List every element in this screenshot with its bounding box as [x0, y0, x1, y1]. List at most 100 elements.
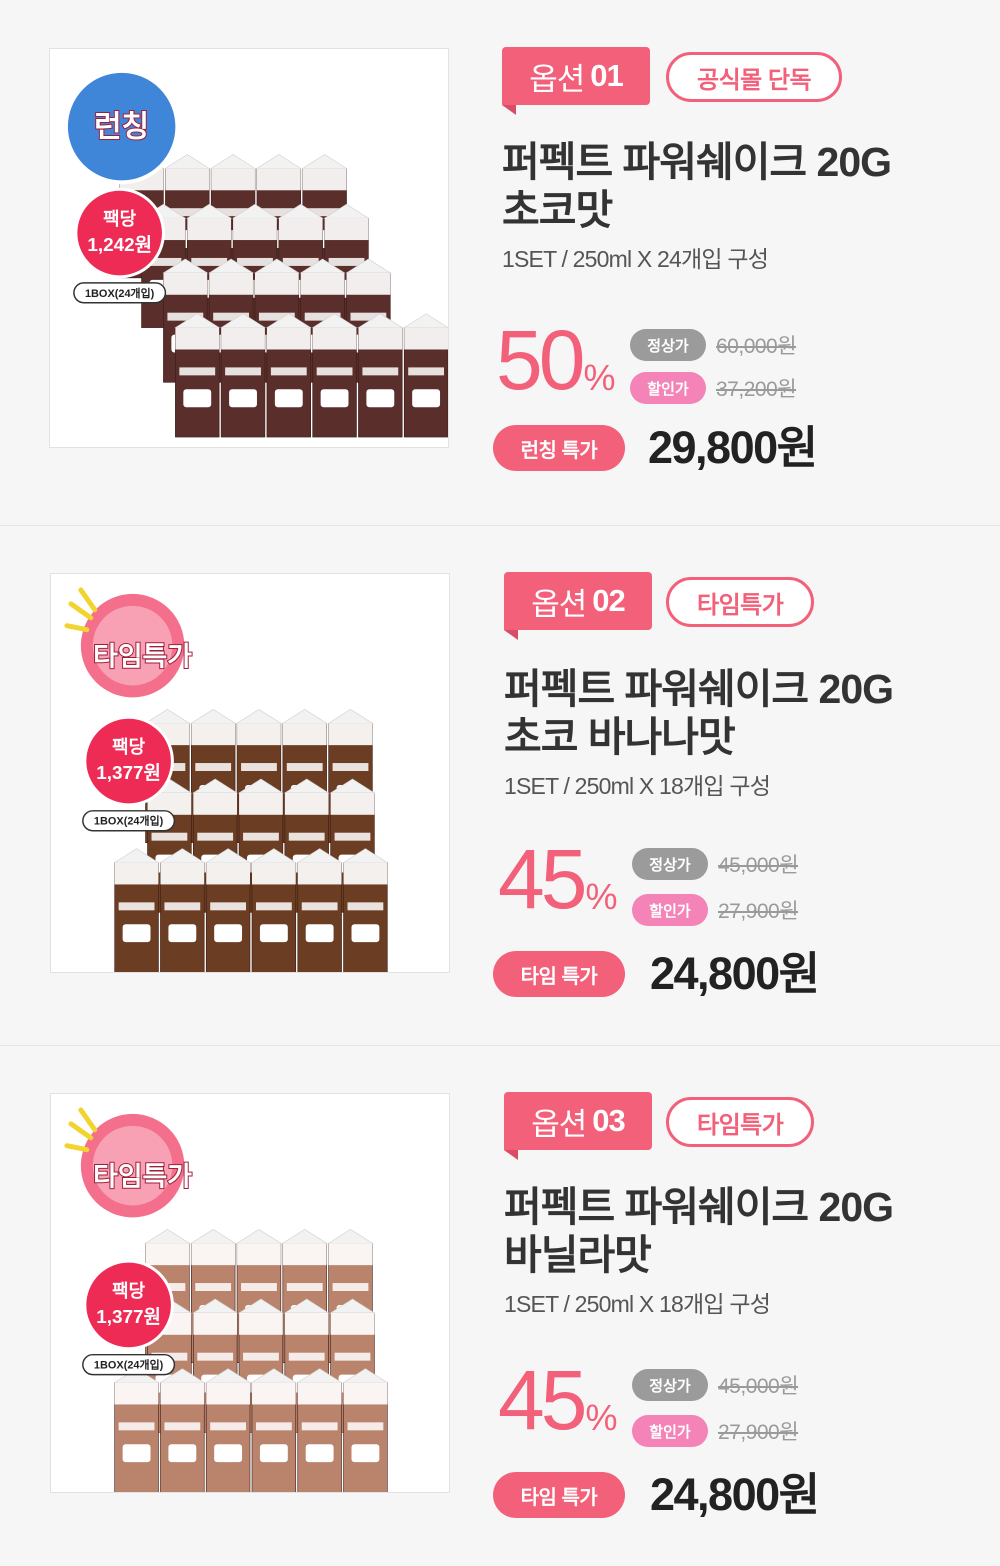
carton-top	[190, 708, 237, 724]
carton-stripe	[225, 367, 261, 376]
carton-label-band	[330, 1312, 375, 1335]
carton-label-band	[328, 723, 373, 746]
time-deal-sticker: 타임특가	[64, 1107, 193, 1218]
carton-label-band	[233, 218, 277, 241]
sale-price-label: 할인가	[630, 372, 706, 404]
product-spec: 1SET / 250ml X 18개입 구성	[504, 773, 771, 799]
carton-20g-mark	[351, 1444, 380, 1463]
launch-sticker: 런칭	[63, 68, 180, 185]
carton-stripe	[195, 1283, 232, 1292]
sale-price: 27,900원	[718, 900, 799, 923]
carton-stripe	[179, 367, 216, 376]
carton-20g-mark	[168, 924, 197, 943]
box-count: 1BOX(24개입)	[94, 814, 164, 828]
carton-label-band	[160, 1382, 205, 1405]
regular-price-row: 정상가 60,000원	[630, 329, 797, 361]
product-option-2: 타임특가 팩당 1,377원 1BOX(24개입) 옵션 02 타임특가 퍼펙트 파워쉐…	[0, 525, 1000, 1045]
sale-price-label: 할인가	[632, 1415, 708, 1447]
sale-price-label: 할인가	[632, 894, 708, 926]
product-spec: 1SET / 250ml X 18개입 구성	[504, 1291, 771, 1317]
regular-price: 45,000원	[718, 854, 799, 877]
carton-label-band	[239, 792, 283, 815]
carton-20g-mark	[274, 389, 303, 408]
carton-label-band	[358, 327, 403, 350]
option-tag: 옵션 02	[504, 572, 652, 640]
carton-label-band	[328, 1243, 373, 1266]
carton-label-band	[211, 168, 255, 191]
carton-label-band	[251, 1382, 296, 1405]
carton-top	[327, 708, 374, 724]
regular-price: 60,000원	[716, 335, 797, 358]
discount-rate: 45%	[498, 832, 618, 926]
carton-stripe	[286, 763, 323, 772]
carton-stripe	[241, 763, 277, 772]
sale-price: 27,900원	[718, 1421, 799, 1444]
carton-label-band	[251, 862, 296, 885]
product-image[interactable]: 타임특가 팩당 1,377원 1BOX(24개입)	[50, 573, 450, 973]
pack-price-bubble: 팩당 1,242원 1BOX(24개입)	[73, 187, 167, 304]
pack-price: 1,377원	[96, 762, 161, 784]
carton-label-band	[239, 1312, 283, 1335]
carton-label-band	[324, 218, 369, 241]
sale-price-row: 할인가 27,900원	[632, 894, 799, 926]
product-image[interactable]: 타임특가 팩당 1,377원 1BOX(24개입)	[50, 1093, 450, 1493]
product-spec: 1SET / 250ml X 24개입 구성	[502, 246, 769, 272]
carton-20g-mark	[320, 389, 349, 408]
box-count: 1BOX(24개입)	[85, 286, 155, 300]
carton-label-band	[266, 327, 311, 350]
sale-price: 37,200원	[716, 378, 797, 401]
pack-price-circle	[83, 1259, 174, 1351]
carton-pack-illustration: 타임특가팩당 1,377원 1BOX(24개입)	[64, 1107, 389, 1492]
pack-price: 1,242원	[87, 234, 152, 256]
carton-stripe	[301, 902, 338, 911]
carton-top	[144, 1228, 191, 1244]
carton-stripe	[347, 1422, 384, 1431]
carton-label-band	[206, 1382, 250, 1405]
carton-stripe	[243, 1352, 279, 1361]
carton-top	[236, 708, 282, 724]
carton-stripe	[164, 902, 201, 911]
carton-label-band	[191, 1243, 236, 1266]
time-deal-badge: 타임특가	[666, 577, 815, 627]
carton-label-band	[237, 723, 281, 746]
carton-group	[118, 154, 448, 438]
carton-label-band	[278, 218, 323, 241]
carton-label-band	[284, 792, 329, 815]
carton-top	[144, 708, 191, 724]
carton-label-band	[343, 1382, 388, 1405]
carton-stripe	[210, 902, 247, 911]
carton-stripe	[332, 1283, 369, 1292]
deal-badge: 런칭 특가	[493, 425, 625, 471]
pack-label: 팩당	[112, 1281, 145, 1301]
carton-stripe	[241, 1283, 277, 1292]
carton-20g-mark	[259, 1444, 288, 1463]
carton-label-band	[145, 1243, 190, 1266]
carton-top	[210, 154, 256, 169]
sale-price-row: 할인가 27,900원	[632, 1415, 799, 1447]
carton-stripe	[118, 1422, 155, 1431]
pack-label: 팩당	[112, 737, 145, 757]
sale-price-row: 할인가 37,200원	[630, 372, 797, 404]
carton-stripe	[197, 832, 234, 841]
carton-label-band	[254, 272, 299, 295]
carton-stripe	[286, 1283, 323, 1292]
regular-price-label: 정상가	[630, 329, 706, 361]
carton-label-band	[300, 272, 345, 295]
option-tag: 옵션 03	[504, 1092, 652, 1160]
carton-label-band	[297, 862, 342, 885]
carton-label-band	[302, 168, 347, 191]
carton-stripe	[195, 763, 232, 772]
carton-stripe	[288, 832, 325, 841]
carton-label-band	[193, 792, 238, 815]
carton-20g-mark	[122, 924, 151, 943]
product-option-3: 타임특가 팩당 1,377원 1BOX(24개입) 옵션 03 타임특가 퍼펙트 파워쉐…	[0, 1045, 1000, 1565]
product-image[interactable]: 런칭 팩당 1,242원 1BOX(24개입)	[49, 48, 449, 448]
pack-price: 1,377원	[96, 1306, 161, 1328]
carton-label-band	[191, 723, 236, 746]
regular-price: 45,000원	[718, 1375, 799, 1398]
carton-label-band	[165, 168, 210, 191]
carton-label-band	[206, 862, 250, 885]
carton-label-band	[175, 327, 220, 350]
carton-stripe	[334, 832, 371, 841]
deal-badge: 타임 특가	[493, 1472, 625, 1518]
